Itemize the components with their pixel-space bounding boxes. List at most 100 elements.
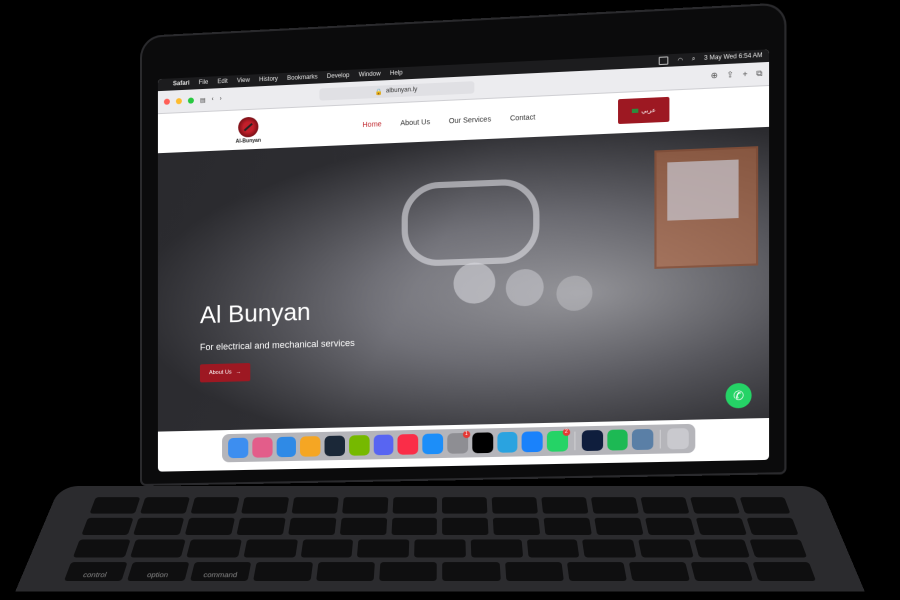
nav-services[interactable]: Our Services [449,116,491,125]
keyboard-key[interactable] [752,562,816,582]
keyboard-key[interactable]: command [190,562,252,582]
keyboard-key[interactable] [746,517,799,536]
nav-contact[interactable]: Contact [510,114,535,122]
about-us-button[interactable]: About Us → [199,362,251,383]
launchpad-icon[interactable] [252,437,273,458]
keyboard-key[interactable] [591,497,640,514]
mail-icon[interactable] [276,436,297,458]
menu-view[interactable]: View [237,78,250,85]
keyboard-key[interactable] [749,539,808,558]
keyboard-key[interactable] [470,539,523,558]
minimize-window-button[interactable] [175,98,182,105]
site-logo[interactable]: Al-Bunyan [228,116,268,145]
keyboard-key[interactable] [690,497,740,514]
menu-file[interactable]: File [199,80,209,86]
keyboard-key[interactable] [81,517,134,536]
share-icon[interactable]: ⇪ [727,70,734,81]
nav-about[interactable]: About Us [400,118,430,126]
keyboard-key[interactable] [390,517,438,536]
photoshop-icon[interactable] [581,429,603,452]
whatsapp-chat-button[interactable]: ✆ [725,382,752,409]
telegram-icon[interactable] [496,431,518,453]
keyboard-key[interactable] [739,497,791,514]
keyboard-key[interactable] [582,539,637,558]
keyboard-key[interactable] [253,562,314,582]
keyboard-key[interactable] [339,517,387,536]
nvidia-icon[interactable] [349,435,370,456]
battery-icon[interactable] [659,56,669,66]
keyboard-key[interactable] [287,517,337,536]
keyboard-key[interactable] [129,539,187,558]
appstore-icon[interactable] [422,433,444,455]
keyboard-key[interactable] [640,497,690,514]
spotify-icon[interactable] [607,429,629,451]
menu-window[interactable]: Window [359,71,381,78]
keyboard-key[interactable] [442,562,501,582]
menu-history[interactable]: History [259,76,278,83]
finder-icon[interactable] [228,437,249,459]
keyboard-key[interactable] [240,497,289,514]
datetime[interactable]: 3 May Wed 6:54 AM [704,53,763,62]
photos-icon[interactable] [300,436,321,457]
keyboard-key[interactable] [543,517,593,536]
zoom-window-button[interactable] [187,97,194,104]
keyboard-key[interactable] [492,497,539,514]
keyboard-key[interactable] [357,539,410,558]
keyboard-key[interactable] [243,539,298,558]
back-icon[interactable]: ‹ [212,97,214,103]
intellij-icon[interactable] [472,432,493,454]
forward-icon[interactable]: › [220,96,222,102]
keyboard-key[interactable]: option [127,562,190,582]
keyboard-key[interactable] [638,539,694,558]
keyboard-key[interactable] [89,497,141,514]
search-icon[interactable]: ⌕ [692,56,696,63]
keyboard-key[interactable] [594,517,644,536]
keyboard-key[interactable] [291,497,339,514]
keyboard-key[interactable]: control [63,562,128,582]
keyboard-key[interactable] [693,539,751,558]
keyboard-key[interactable] [236,517,286,536]
tabs-overview-icon[interactable]: ⧉ [756,69,762,80]
trash-icon[interactable] [667,428,689,450]
keyboard-key[interactable] [442,497,488,514]
menu-help[interactable]: Help [390,70,403,77]
keyboard-key[interactable] [566,562,627,582]
whatsapp-icon[interactable]: 2 [547,428,571,452]
keyboard-key[interactable] [645,517,696,536]
keyboard-key[interactable] [190,497,240,514]
nav-home[interactable]: Home [362,121,381,129]
sidebar-icon[interactable]: ▤ [200,96,206,103]
preview-icon[interactable] [632,428,654,451]
download-icon[interactable]: ⊕ [711,71,718,82]
settings-icon[interactable]: 1 [447,430,471,454]
wifi-icon[interactable]: ◠ [677,56,683,64]
keyboard-key[interactable] [132,517,185,536]
keyboard-key[interactable] [184,517,235,536]
keyboard-key[interactable] [541,497,589,514]
safari-icon[interactable] [521,431,543,453]
keyboard-key[interactable] [628,562,690,582]
keyboard-key[interactable] [341,497,388,514]
keyboard-key[interactable] [186,539,242,558]
keyboard-key[interactable] [72,539,131,558]
keyboard-key[interactable] [379,562,438,582]
keyboard-key[interactable] [493,517,541,536]
new-tab-icon[interactable]: + [743,69,748,80]
keyboard-key[interactable] [695,517,747,536]
keyboard-key[interactable] [690,562,753,582]
keyboard-key[interactable] [300,539,354,558]
close-window-button[interactable] [163,98,170,105]
keyboard-key[interactable] [526,539,580,558]
keyboard-key[interactable] [442,517,489,536]
menu-bookmarks[interactable]: Bookmarks [287,74,318,82]
menu-develop[interactable]: Develop [327,73,350,80]
menu-edit[interactable]: Edit [217,79,227,86]
address-bar[interactable]: 🔒 albunyan.ly [319,81,475,101]
keyboard-key[interactable] [414,539,466,558]
language-button[interactable]: عربي [618,96,670,125]
steam-icon[interactable] [324,435,345,457]
keyboard-key[interactable] [504,562,564,582]
keyboard-key[interactable] [316,562,376,582]
keyboard-key[interactable] [139,497,190,514]
app-menu[interactable]: Safari [173,81,190,88]
